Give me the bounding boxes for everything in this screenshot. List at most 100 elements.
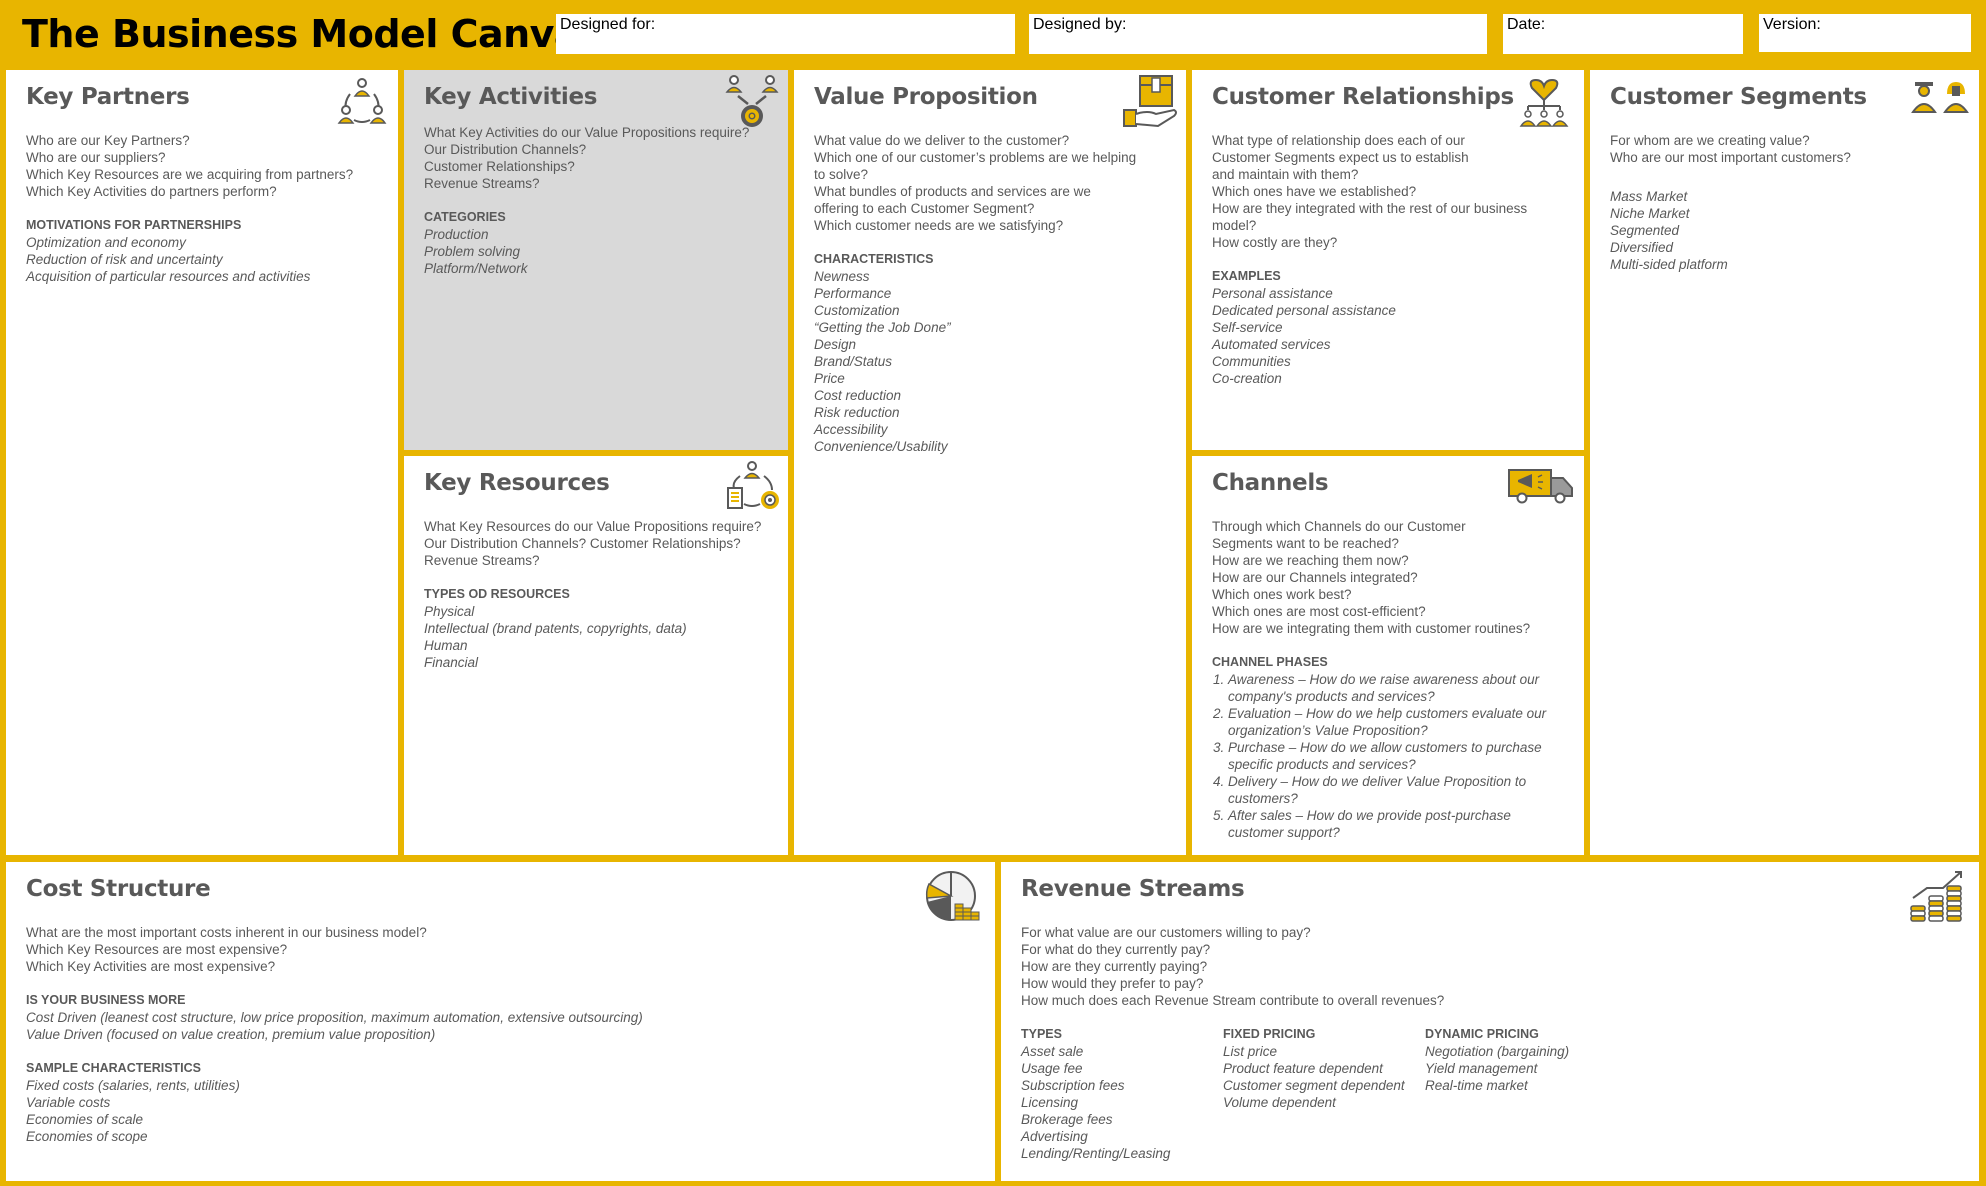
question: Who are our suppliers? (26, 150, 166, 165)
pie-chart-coins-icon (925, 871, 980, 921)
list-item: Real-time market (1425, 1078, 1528, 1093)
list-item: Delivery – How do we deliver Value Propo… (1228, 773, 1564, 807)
section-heading: SAMPLE CHARACTERISTICS (26, 1061, 202, 1075)
section-heading: CATEGORIES (424, 210, 506, 224)
question: How much does each Revenue Stream contri… (1021, 993, 1445, 1008)
key-activities-questions: What Key Activities do our Value Proposi… (424, 124, 768, 192)
designed-by-field[interactable]: Designed by: (1029, 14, 1487, 54)
question: For what do they currently pay? (1021, 942, 1211, 957)
list-item: Variable costs (26, 1095, 111, 1110)
question: Which one of our customer’s problems are… (814, 150, 1137, 182)
list-item: Financial (424, 655, 479, 670)
key-resources-title: Key Resources (424, 470, 610, 496)
dynamic-pricing-column: DYNAMIC PRICING Negotiation (bargaining)… (1425, 1026, 1627, 1162)
list-item: Product feature dependent (1223, 1061, 1383, 1076)
section-heading: EXAMPLES (1212, 269, 1281, 283)
channel-phases-list: Awareness – How do we raise awareness ab… (1212, 671, 1564, 841)
version-field[interactable]: Version: (1759, 14, 1971, 52)
list-item: Accessibility (814, 422, 888, 437)
people-gear-icon (725, 75, 779, 127)
question: How are they currently paying? (1021, 959, 1208, 974)
key-partners-questions: Who are our Key Partners? Who are our su… (26, 132, 378, 200)
key-activities-items: Production Problem solving Platform/Netw… (424, 226, 768, 277)
question: What Key Activities do our Value Proposi… (424, 125, 750, 140)
list-item: Value Driven (focused on value creation,… (26, 1027, 436, 1042)
handshake-heart-icon (1519, 78, 1569, 127)
designed-by-label: Designed by: (1033, 16, 1127, 33)
date-field[interactable]: Date: (1503, 14, 1743, 54)
column-heading: DYNAMIC PRICING (1425, 1027, 1539, 1041)
list-item: Subscription fees (1021, 1078, 1125, 1093)
section-heading: CHARACTERISTICS (814, 252, 934, 266)
list-item: Licensing (1021, 1095, 1079, 1110)
list-item: Brokerage fees (1021, 1112, 1113, 1127)
question: Which ones are most cost-efficient? (1212, 604, 1426, 619)
channels-questions: Through which Channels do our Customer S… (1212, 518, 1472, 552)
list-item: Platform/Network (424, 261, 528, 276)
key-partners-block[interactable]: Key Partners Who are our Key Partners? W… (6, 70, 398, 855)
question: How are they integrated with the rest of… (1212, 201, 1528, 233)
customer-relationships-questions: What type of relationship does each of o… (1212, 132, 1492, 183)
list-item: Fixed costs (salaries, rents, utilities) (26, 1078, 240, 1093)
question: What bundles of products and services ar… (814, 184, 1091, 216)
list-item: Physical (424, 604, 475, 619)
key-activities-block[interactable]: Key Activities What Key Activities do ou… (404, 70, 788, 450)
list-item: Segmented (1610, 223, 1680, 238)
page-title: The Business Model Canvas (22, 12, 602, 56)
customer-relationships-items: Personal assistance Dedicated personal a… (1212, 285, 1564, 387)
revenue-streams-block[interactable]: Revenue Streams For what value are our c… (1001, 862, 1979, 1181)
list-item: List price (1223, 1044, 1278, 1059)
question: How costly are they? (1212, 235, 1338, 250)
box-in-hand-icon (1123, 75, 1177, 128)
list-item: Purchase – How do we allow customers to … (1228, 739, 1564, 773)
list-item: Multi-sided platform (1610, 257, 1728, 272)
list-item: Mass Market (1610, 189, 1688, 204)
list-item: Optimization and economy (26, 235, 186, 250)
fixed-pricing-column: FIXED PRICING List price Product feature… (1223, 1026, 1425, 1162)
list-item: Advertising (1021, 1129, 1088, 1144)
customer-segments-questions: For whom are we creating value? Who are … (1610, 132, 1959, 166)
designed-for-label: Designed for: (560, 16, 656, 33)
list-item: After sales – How do we provide post-pur… (1228, 807, 1564, 841)
list-item: Evaluation – How do we help customers ev… (1228, 705, 1564, 739)
customer-relationships-block[interactable]: Customer Relationships What type of rela… (1192, 70, 1584, 450)
list-item: Customer segment dependent (1223, 1078, 1405, 1093)
question: How are we reaching them now? (1212, 553, 1409, 568)
question: Which Key Resources are most expensive? (26, 942, 288, 957)
value-proposition-block[interactable]: Value Proposition What value do we deliv… (794, 70, 1186, 855)
list-item: Volume dependent (1223, 1095, 1336, 1110)
list-item: Communities (1212, 354, 1291, 369)
revenue-streams-questions: For what value are our customers willing… (1021, 924, 1959, 1009)
key-resources-items: Physical Intellectual (brand patents, co… (424, 603, 768, 671)
date-label: Date: (1507, 16, 1546, 33)
channels-questions-more: How are we reaching them now? How are ou… (1212, 552, 1564, 637)
designed-for-field[interactable]: Designed for: (556, 14, 1015, 54)
section-heading: IS YOUR BUSINESS MORE (26, 993, 186, 1007)
list-item: Acquisition of particular resources and … (26, 269, 311, 284)
cost-structure-title: Cost Structure (26, 876, 211, 902)
column-heading: FIXED PRICING (1223, 1027, 1316, 1041)
question: Which ones have we established? (1212, 184, 1417, 199)
revenue-streams-title: Revenue Streams (1021, 876, 1245, 902)
question: Which Key Resources are we acquiring fro… (26, 167, 354, 182)
list-item: “Getting the Job Done” (814, 320, 951, 335)
list-item: Human (424, 638, 468, 653)
key-partners-items: Optimization and economy Reduction of ri… (26, 234, 378, 285)
question: What Key Resources do our Value Proposit… (424, 519, 762, 534)
cost-structure-block[interactable]: Cost Structure What are the most importa… (6, 862, 995, 1181)
value-proposition-title: Value Proposition (814, 84, 1038, 110)
list-item: Niche Market (1610, 206, 1690, 221)
question: Through which Channels do our Customer S… (1212, 519, 1466, 551)
list-item: Personal assistance (1212, 286, 1333, 301)
customer-segments-block[interactable]: Customer Segments For whom are we creati… (1590, 70, 1979, 855)
section-heading: MOTIVATIONS FOR PARTNERSHIPS (26, 218, 242, 232)
channels-block[interactable]: Channels Through which Channels do our C… (1192, 456, 1584, 855)
partners-network-icon (337, 78, 387, 124)
list-item: Self-service (1212, 320, 1283, 335)
question: Which Key Activities do partners perform… (26, 184, 277, 199)
list-item: Newness (814, 269, 870, 284)
key-resources-block[interactable]: Key Resources What Key Resources do our … (404, 456, 788, 855)
value-proposition-questions: What value do we deliver to the customer… (814, 132, 1166, 234)
question: Our Distribution Channels? (424, 142, 587, 157)
column-heading: TYPES (1021, 1027, 1062, 1041)
